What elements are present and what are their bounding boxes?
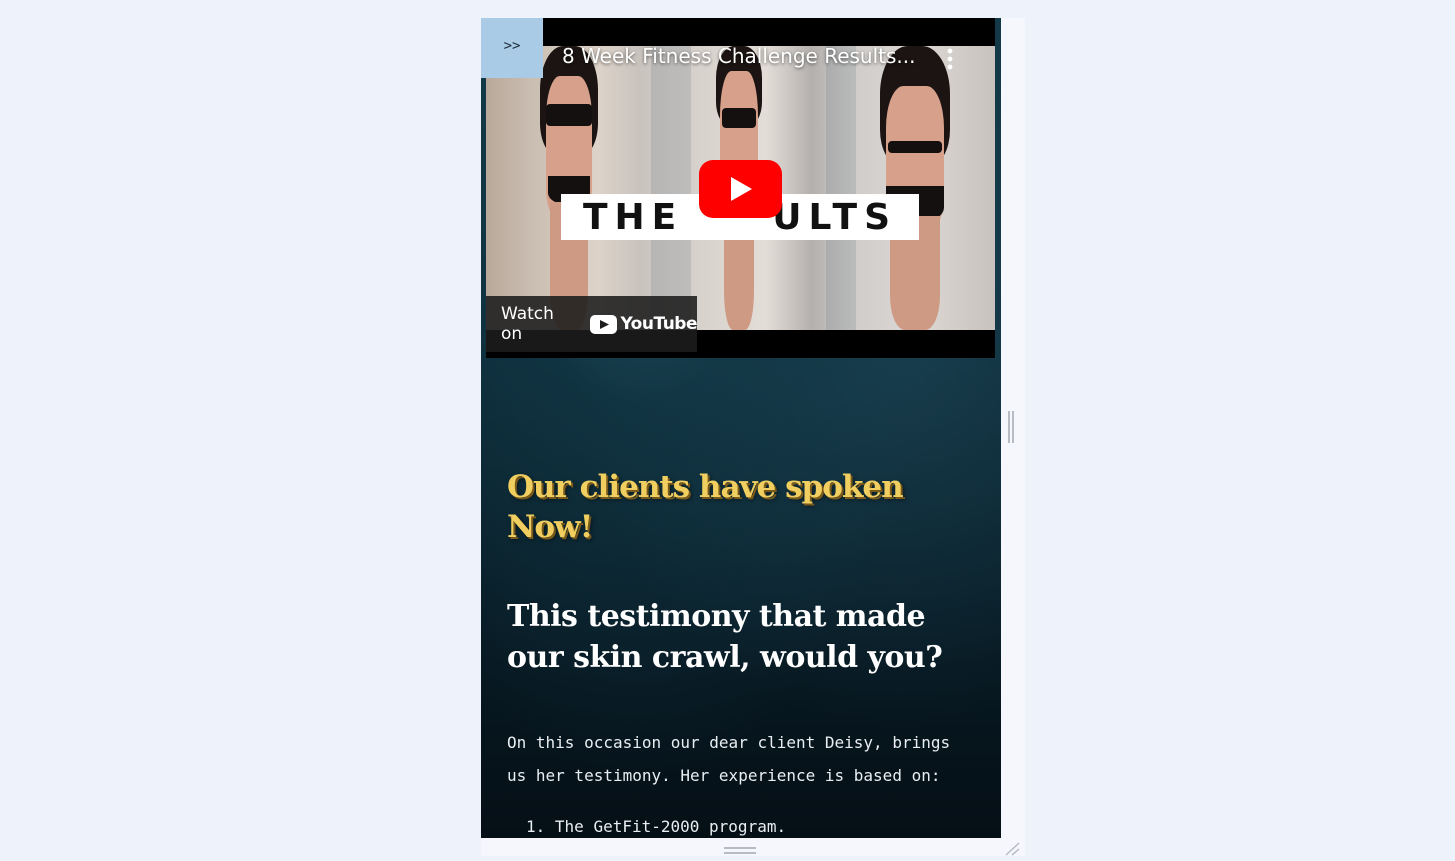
testimony-intro: On this occasion our dear client Deisy, … <box>507 733 951 785</box>
more-vert-icon[interactable] <box>942 46 958 72</box>
play-button[interactable] <box>699 160 782 218</box>
list-item: 1. The GetFit-2000 program. <box>526 812 786 838</box>
youtube-icon <box>590 314 618 334</box>
resize-grip-icon[interactable] <box>1003 840 1021 856</box>
banner-text-right: ULTS <box>772 196 897 238</box>
preview-frame: >> THE ULTS 8 Week Fitness Challenge Res… <box>481 18 1025 856</box>
list-item-text: The GetFit-2000 program. <box>554 817 787 836</box>
youtube-embed[interactable]: THE ULTS 8 Week Fitness Challenge Result… <box>486 18 995 358</box>
banner-text-left: THE <box>583 196 684 238</box>
youtube-wordmark: YouTube <box>620 314 697 334</box>
video-title[interactable]: 8 Week Fitness Challenge Results... <box>562 44 916 68</box>
page-content: >> THE ULTS 8 Week Fitness Challenge Res… <box>481 18 1001 838</box>
youtube-logo: YouTube <box>590 314 697 334</box>
sidebar-toggle-button[interactable]: >> <box>481 18 543 78</box>
experience-list: 1. The GetFit-2000 program. <box>526 812 786 838</box>
play-icon <box>730 177 752 201</box>
testimony-subheading: This testimony that made our skin crawl,… <box>507 599 943 675</box>
watch-on-label: Watch on <box>501 304 554 344</box>
list-item-number: 1. <box>526 817 546 836</box>
horizontal-resize-handle[interactable] <box>724 847 756 854</box>
vertical-resize-handle[interactable] <box>1008 411 1014 443</box>
watch-on-youtube-link[interactable]: Watch on YouTube <box>486 296 697 352</box>
section-heading: Our clients have spoken Now! <box>507 469 904 545</box>
